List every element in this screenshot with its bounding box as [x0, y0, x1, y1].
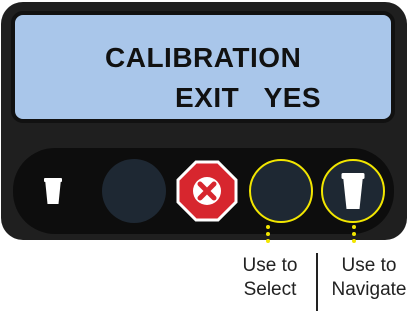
navigate-button[interactable]: [321, 159, 385, 223]
lcd-display: CALIBRATION EXIT YES: [11, 11, 395, 123]
select-label-line-2: Select: [243, 279, 297, 300]
select-indicator-dot: [266, 239, 270, 243]
blank-button[interactable]: [102, 159, 166, 223]
navigate-indicator-dot: [352, 239, 356, 243]
button-strip: [13, 148, 394, 234]
select-label-line-1: Use to: [242, 255, 298, 276]
select-indicator-dot: [266, 225, 270, 229]
navigate-label-line-2: Navigate: [331, 279, 407, 300]
small-cup-button[interactable]: [43, 176, 63, 206]
stop-cancel-button[interactable]: [175, 159, 239, 223]
navigate-indicator-dot: [352, 232, 356, 236]
navigate-label-line-1: Use to: [341, 255, 397, 276]
large-cup-icon: [340, 171, 366, 211]
navigate-indicator-dot: [352, 225, 356, 229]
label-divider: [316, 253, 318, 311]
control-panel: CALIBRATION EXIT YES: [1, 2, 407, 240]
select-label: Use to Select: [225, 254, 315, 302]
display-line-1: CALIBRATION: [105, 42, 302, 73]
select-indicator-dot: [266, 232, 270, 236]
small-cup-icon: [44, 178, 62, 204]
display-line-2: EXIT YES: [175, 82, 322, 113]
select-button[interactable]: [249, 159, 313, 223]
navigate-label: Use to Navigate: [325, 254, 408, 302]
